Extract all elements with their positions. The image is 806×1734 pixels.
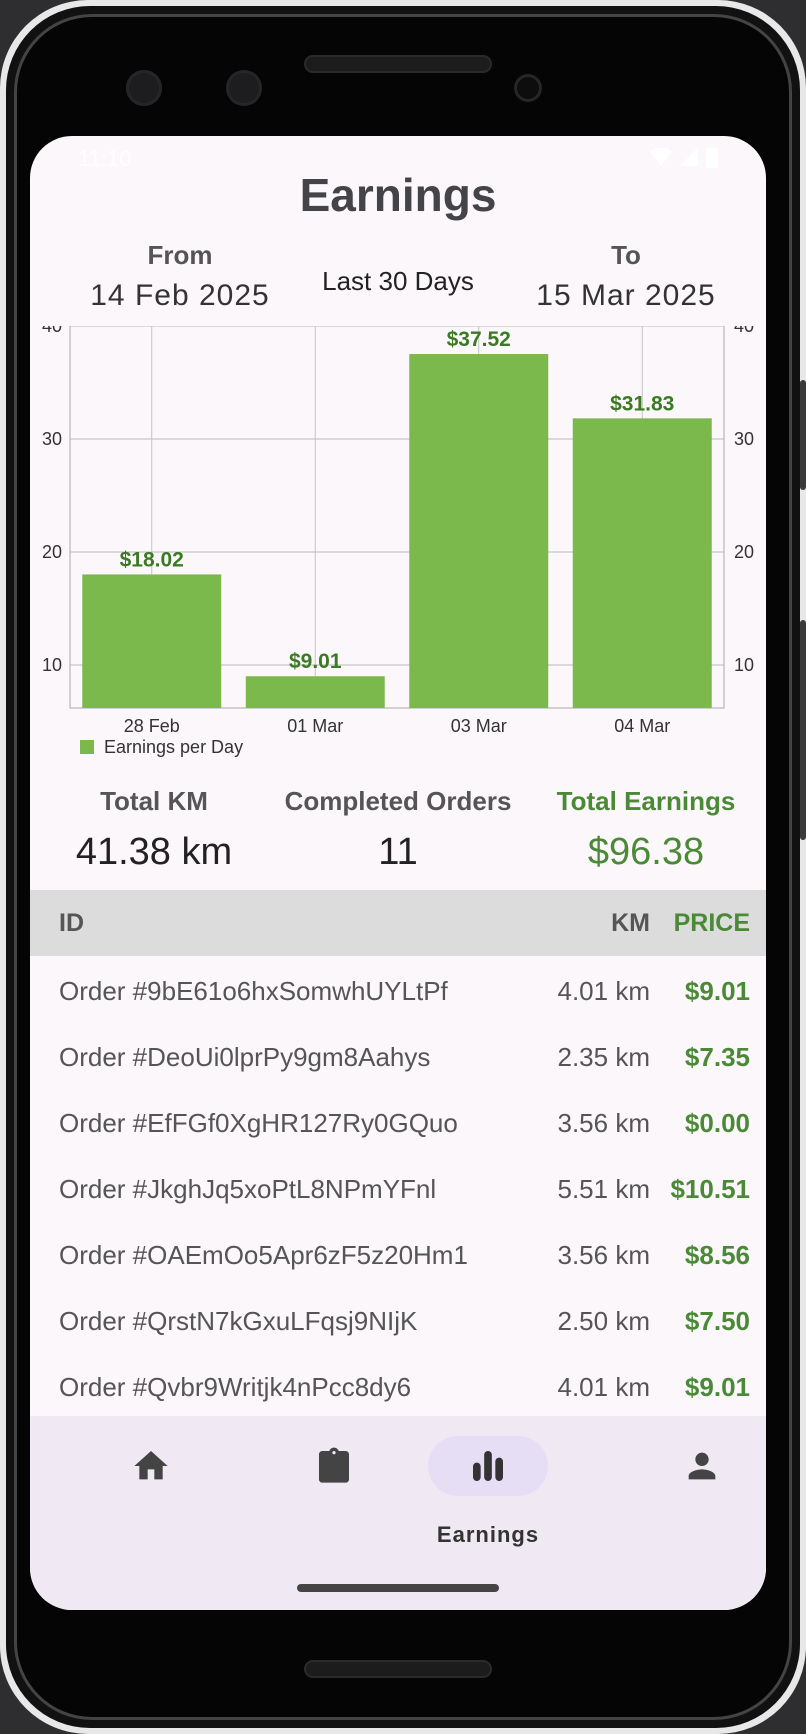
nav-earnings[interactable]: Earnings [428, 1436, 548, 1547]
chart-bar [245, 676, 385, 708]
wifi-icon [650, 148, 672, 166]
signal-icon [680, 148, 698, 166]
to-date[interactable]: To 15 Mar 2025 [516, 240, 736, 313]
orders-table: Order #9bE61o6hxSomwhUYLtPf 4.01 km $9.0… [30, 958, 766, 1420]
table-row[interactable]: Order #DeoUi0lprPy9gm8Aahys 2.35 km $7.3… [30, 1024, 766, 1090]
completed-orders-stat: Completed Orders 11 [278, 786, 518, 874]
nav-earnings-label: Earnings [436, 1522, 540, 1547]
order-price: $9.01 [684, 1372, 750, 1402]
order-km: 4.01 km [557, 1372, 651, 1402]
order-id: Order #QrstN7kGxuLFqsj9NIjK [59, 1306, 418, 1336]
bar-value-label: $18.02 [120, 548, 184, 571]
order-km: 5.51 km [557, 1174, 651, 1204]
x-tick-label: 04 Mar [614, 716, 670, 736]
y-tick-label-left: 30 [42, 429, 62, 449]
y-tick-label-left: 40 [42, 326, 62, 336]
front-sensor [226, 70, 262, 106]
order-id: Order #JkghJq5xoPtL8NPmYFnl [59, 1174, 437, 1204]
power-button [800, 620, 806, 840]
bottom-speaker [304, 1660, 492, 1678]
person-icon [688, 1452, 716, 1480]
chart-bar [82, 574, 222, 708]
nav-profile[interactable] [642, 1436, 762, 1536]
battery-icon [706, 148, 718, 168]
order-id: Order #OAEmOo5Apr6zF5z20Hm1 [59, 1240, 468, 1270]
table-row[interactable]: Order #OAEmOo5Apr6zF5z20Hm1 3.56 km $8.5… [30, 1222, 766, 1288]
to-label: To [611, 240, 641, 270]
y-tick-label-right: 10 [734, 655, 754, 675]
y-tick-label-right: 40 [734, 326, 754, 336]
x-tick-label: 01 Mar [287, 716, 343, 736]
from-date[interactable]: From 14 Feb 2025 [80, 240, 280, 313]
completed-orders-value: 11 [378, 831, 418, 873]
proximity-sensor [514, 74, 542, 102]
home-icon [134, 1451, 168, 1480]
y-tick-label-left: 20 [42, 542, 62, 562]
order-id: Order #DeoUi0lprPy9gm8Aahys [59, 1042, 431, 1072]
col-header-price: PRICE [673, 909, 750, 937]
order-price: $9.01 [684, 976, 750, 1006]
order-price: $8.56 [684, 1240, 750, 1270]
y-tick-label-left: 10 [42, 655, 62, 675]
table-row[interactable]: Order #9bE61o6hxSomwhUYLtPf 4.01 km $9.0… [30, 958, 766, 1024]
total-earnings-value: $96.38 [587, 831, 705, 873]
order-km: 2.35 km [557, 1042, 651, 1072]
col-header-km: KM [611, 909, 650, 937]
total-km-label: Total KM [100, 786, 208, 816]
x-tick-label: 28 Feb [124, 716, 180, 736]
nav-orders[interactable] [274, 1436, 394, 1536]
table-header: ID KM PRICE [30, 890, 766, 956]
bar-chart-icon [473, 1451, 503, 1481]
completed-orders-label: Completed Orders [284, 786, 512, 816]
chart-bar [572, 418, 712, 708]
front-camera [126, 70, 162, 106]
total-km-value: 41.38 km [75, 831, 233, 873]
total-earnings-label: Total Earnings [556, 786, 736, 816]
x-tick-label: 03 Mar [451, 716, 507, 736]
total-earnings-stat: Total Earnings $96.38 [530, 786, 762, 874]
to-value: 15 Mar 2025 [536, 279, 716, 312]
phone-frame: 11:10 Earnings From 14 Feb 2025 Last 30 … [0, 0, 806, 1734]
order-price: $7.35 [684, 1042, 750, 1072]
order-km: 4.01 km [557, 976, 651, 1006]
volume-button [800, 380, 806, 490]
order-price: $7.50 [684, 1306, 750, 1336]
clipboard-icon [319, 1447, 349, 1483]
range-preset[interactable]: Last 30 Days [280, 266, 516, 297]
page-title: Earnings [299, 169, 497, 221]
order-km: 3.56 km [557, 1240, 651, 1270]
order-id: Order #9bE61o6hxSomwhUYLtPf [59, 976, 448, 1006]
date-range: From 14 Feb 2025 Last 30 Days To 15 Mar … [30, 240, 766, 320]
app-screen: 11:10 Earnings From 14 Feb 2025 Last 30 … [30, 136, 766, 1610]
chart-bar [409, 354, 549, 708]
total-km-stat: Total KM 41.38 km [44, 786, 264, 874]
from-label: From [147, 240, 213, 270]
y-tick-label-right: 20 [734, 542, 754, 562]
table-row[interactable]: Order #JkghJq5xoPtL8NPmYFnl 5.51 km $10.… [30, 1156, 766, 1222]
table-row[interactable]: Order #Qvbr9Writjk4nPcc8dy6 4.01 km $9.0… [30, 1354, 766, 1420]
earnings-chart: 10 10 20 20 30 30 40 40 $18.02 28 Feb $9.01 01 Mar $… [42, 326, 754, 757]
order-km: 3.56 km [557, 1108, 651, 1138]
summary-stats: Total KM 41.38 km Completed Orders 11 To… [30, 786, 766, 886]
order-id: Order #EfFGf0XgHR127Ry0GQuo [59, 1108, 458, 1138]
legend-label: Earnings per Day [104, 737, 243, 757]
order-km: 2.50 km [557, 1306, 651, 1336]
order-price: $0.00 [684, 1108, 750, 1138]
col-header-id: ID [59, 909, 84, 937]
y-tick-label-right: 30 [734, 429, 754, 449]
home-indicator[interactable] [297, 1584, 499, 1592]
from-value: 14 Feb 2025 [90, 279, 270, 312]
order-price: $10.51 [670, 1174, 750, 1204]
table-row[interactable]: Order #QrstN7kGxuLFqsj9NIjK 2.50 km $7.5… [30, 1288, 766, 1354]
legend-swatch [80, 740, 94, 754]
nav-home[interactable] [91, 1436, 211, 1536]
order-id: Order #Qvbr9Writjk4nPcc8dy6 [59, 1372, 412, 1402]
bar-value-label: $9.01 [289, 650, 342, 673]
table-row[interactable]: Order #EfFGf0XgHR127Ry0GQuo 3.56 km $0.0… [30, 1090, 766, 1156]
earpiece-speaker [304, 55, 492, 73]
bar-value-label: $31.83 [610, 392, 674, 415]
bar-value-label: $37.52 [447, 328, 511, 351]
bottom-navigation: Earnings [30, 1416, 766, 1610]
